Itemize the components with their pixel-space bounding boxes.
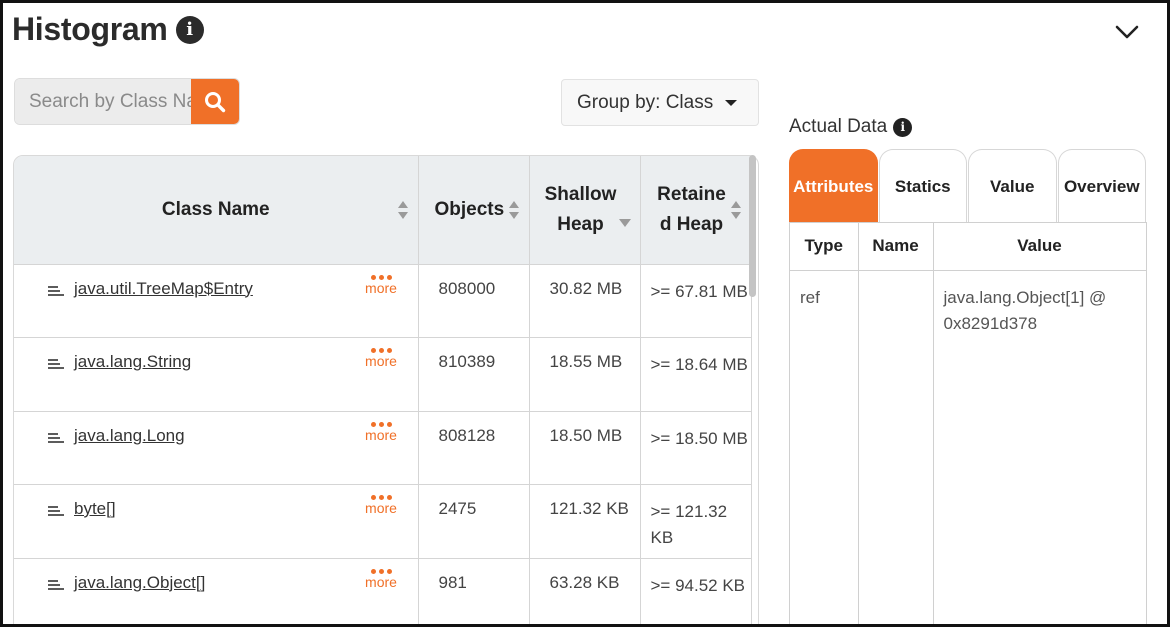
more-button[interactable]: more (364, 421, 398, 443)
more-label: more (365, 279, 397, 296)
actual-data-tabs: Attributes Statics Value Overview (789, 149, 1147, 223)
shallow-heap-cell: 121.32 KB (529, 484, 641, 559)
objects-cell: 810389 (418, 337, 530, 412)
class-name-link[interactable]: java.lang.String (74, 352, 191, 371)
search-button[interactable] (191, 79, 239, 124)
sort-icon[interactable] (730, 200, 742, 220)
class-name-link[interactable]: byte[] (74, 499, 116, 518)
column-header-shallow-heap[interactable]: Shallow Heap (529, 156, 641, 265)
attributes-header-row: Type Name Value (790, 223, 1146, 271)
caret-down-icon (725, 99, 738, 106)
page-title-text: Histogram (12, 11, 168, 47)
table-header-row: Class Name Objects Shallow Heap Retained… (14, 156, 752, 265)
table-row[interactable]: java.lang.Long more 808128 18.50 MB >= 18.50… (14, 411, 752, 485)
more-button[interactable]: more (364, 274, 398, 296)
group-by-label: Group by: Class (577, 91, 714, 113)
class-name-link[interactable]: java.lang.Long (74, 426, 185, 445)
chevron-down-icon[interactable] (1113, 19, 1141, 45)
list-icon (48, 432, 64, 443)
attributes-table-container: Type Name Value ref java.lang.Object[1] … (789, 222, 1147, 624)
class-name-cell: java.util.TreeMap$Entry more (14, 264, 419, 338)
list-icon (48, 579, 64, 590)
search-input[interactable] (15, 79, 191, 124)
table-row[interactable]: java.util.TreeMap$Entry more 808000 30.82 M… (14, 264, 752, 338)
histogram-panel: Histogram i Group by: Class Class Name (0, 0, 1170, 627)
column-header-type: Type (790, 223, 859, 271)
table-row[interactable]: java.lang.Object[] more 981 63.28 KB >= 94.5… (14, 558, 752, 624)
page-title: Histogram i (12, 11, 204, 48)
sort-icon[interactable] (397, 200, 409, 220)
more-label: more (365, 353, 397, 369)
column-header-retained-heap[interactable]: Retained Heap (640, 156, 752, 265)
retained-heap-cell: >= 94.52 KB (640, 558, 752, 624)
class-name-link[interactable]: java.util.TreeMap$Entry (74, 279, 253, 298)
objects-cell: 981 (418, 558, 530, 624)
column-header-name: Name (858, 223, 934, 271)
sort-icon[interactable] (508, 200, 520, 220)
tab-attributes[interactable]: Attributes (789, 149, 878, 223)
retained-heap-cell: >= 18.64 MB (640, 337, 752, 412)
retained-heap-cell: >= 67.81 MB (640, 264, 752, 338)
actual-data-label: Actual Data i (789, 116, 913, 138)
class-name-link[interactable]: java.lang.Object[] (74, 573, 205, 592)
more-button[interactable]: more (364, 348, 398, 369)
search-box (14, 78, 240, 125)
tab-statics[interactable]: Statics (878, 149, 967, 223)
group-by-dropdown[interactable]: Group by: Class (561, 79, 759, 126)
attribute-value: java.lang.Object[1] @ 0x8291d378 (933, 270, 1146, 624)
objects-cell: 808000 (418, 264, 530, 338)
column-header-objects[interactable]: Objects (418, 156, 530, 265)
class-name-cell: byte[] more (14, 484, 419, 559)
table-scrollbar[interactable] (749, 155, 756, 297)
class-name-cell: java.lang.Object[] more (14, 558, 419, 624)
more-button[interactable]: more (364, 568, 398, 590)
retained-heap-cell: >= 121.32 KB (640, 484, 752, 559)
histogram-table: Class Name Objects Shallow Heap Retained… (14, 156, 752, 624)
column-header-class-name[interactable]: Class Name (14, 156, 419, 265)
more-label: more (365, 500, 397, 516)
objects-cell: 808128 (418, 411, 530, 485)
table-row[interactable]: ref java.lang.Object[1] @ 0x8291d378 (790, 270, 1146, 624)
column-header-value: Value (933, 223, 1146, 271)
tab-value[interactable]: Value (968, 149, 1057, 223)
attribute-name (858, 270, 934, 624)
attribute-type: ref (790, 270, 859, 624)
info-icon[interactable]: i (175, 15, 204, 44)
retained-heap-cell: >= 18.50 MB (640, 411, 752, 485)
more-button[interactable]: more (364, 495, 398, 516)
more-label: more (365, 573, 397, 590)
sort-descending-icon[interactable] (618, 219, 631, 227)
info-icon[interactable]: i (893, 117, 913, 137)
shallow-heap-cell: 18.55 MB (529, 337, 641, 412)
class-name-cell: java.lang.String more (14, 337, 419, 412)
histogram-table-container: Class Name Objects Shallow Heap Retained… (13, 155, 759, 624)
objects-cell: 2475 (418, 484, 530, 559)
attributes-table: Type Name Value ref java.lang.Object[1] … (790, 223, 1146, 624)
shallow-heap-cell: 63.28 KB (529, 558, 641, 624)
class-name-cell: java.lang.Long more (14, 411, 419, 485)
list-icon (48, 359, 64, 369)
list-icon (48, 506, 64, 516)
table-row[interactable]: byte[] more 2475 121.32 KB >= 121.32 KB (14, 484, 752, 559)
shallow-heap-cell: 18.50 MB (529, 411, 641, 485)
shallow-heap-cell: 30.82 MB (529, 264, 641, 338)
more-label: more (365, 426, 397, 443)
list-icon (48, 285, 64, 296)
table-row[interactable]: java.lang.String more 810389 18.55 MB >= 18.… (14, 337, 752, 412)
tab-overview[interactable]: Overview (1057, 149, 1146, 223)
search-icon (205, 91, 226, 112)
